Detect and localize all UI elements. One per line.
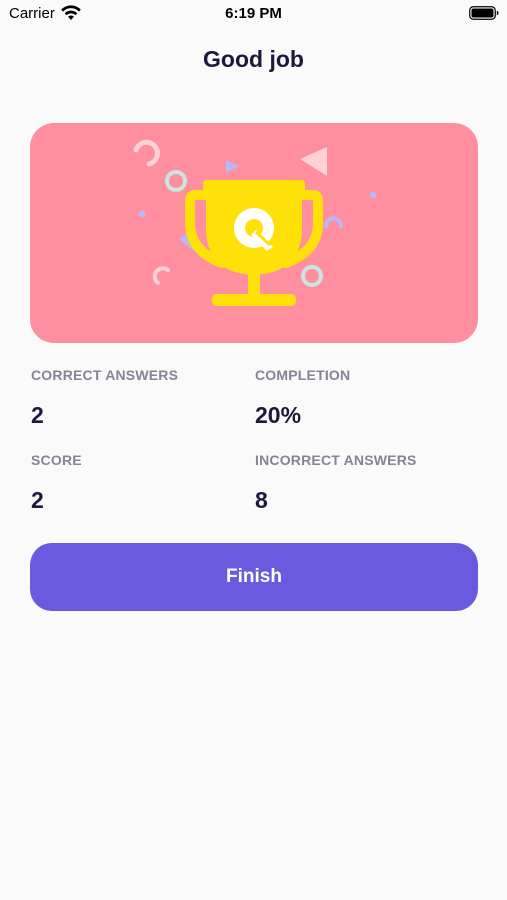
stat-label: SCORE — [31, 452, 82, 468]
trophy-card — [30, 123, 478, 343]
confetti-dot — [369, 191, 377, 199]
stat-value: 2 — [31, 487, 44, 513]
clock: 6:19 PM — [225, 5, 282, 22]
stat-completion: COMPLETION 20% — [255, 367, 475, 429]
confetti-illustration — [133, 139, 377, 306]
stat-label: INCORRECT ANSWERS — [255, 452, 417, 468]
confetti-ring — [165, 170, 187, 192]
stat-label: CORRECT ANSWERS — [31, 367, 179, 383]
stat-correct-answers: CORRECT ANSWERS 2 — [31, 367, 251, 429]
stat-value: 2 — [31, 402, 44, 428]
status-bar: Carrier 6:19 PM — [0, 0, 507, 28]
confetti-triangle — [226, 160, 239, 173]
stat-value: 8 — [255, 487, 268, 513]
confetti-ring — [301, 265, 323, 287]
stat-score: SCORE 2 — [31, 452, 251, 514]
stat-label: COMPLETION — [255, 367, 351, 383]
quiz-result-screen: Carrier 6:19 PM Good job CORRECT ANSWERS… — [0, 0, 507, 900]
trophy-icon — [185, 180, 323, 306]
stat-value: 20% — [255, 402, 302, 428]
page-title: Good job — [203, 46, 304, 72]
confetti-dot — [138, 210, 146, 218]
confetti-arc — [324, 216, 343, 228]
battery-icon — [469, 6, 499, 20]
confetti-triangle — [300, 147, 327, 176]
confetti-arc — [133, 139, 160, 167]
finish-button[interactable]: Finish — [30, 543, 478, 611]
confetti-arc — [152, 266, 170, 285]
stat-incorrect-answers: INCORRECT ANSWERS 8 — [255, 452, 475, 514]
